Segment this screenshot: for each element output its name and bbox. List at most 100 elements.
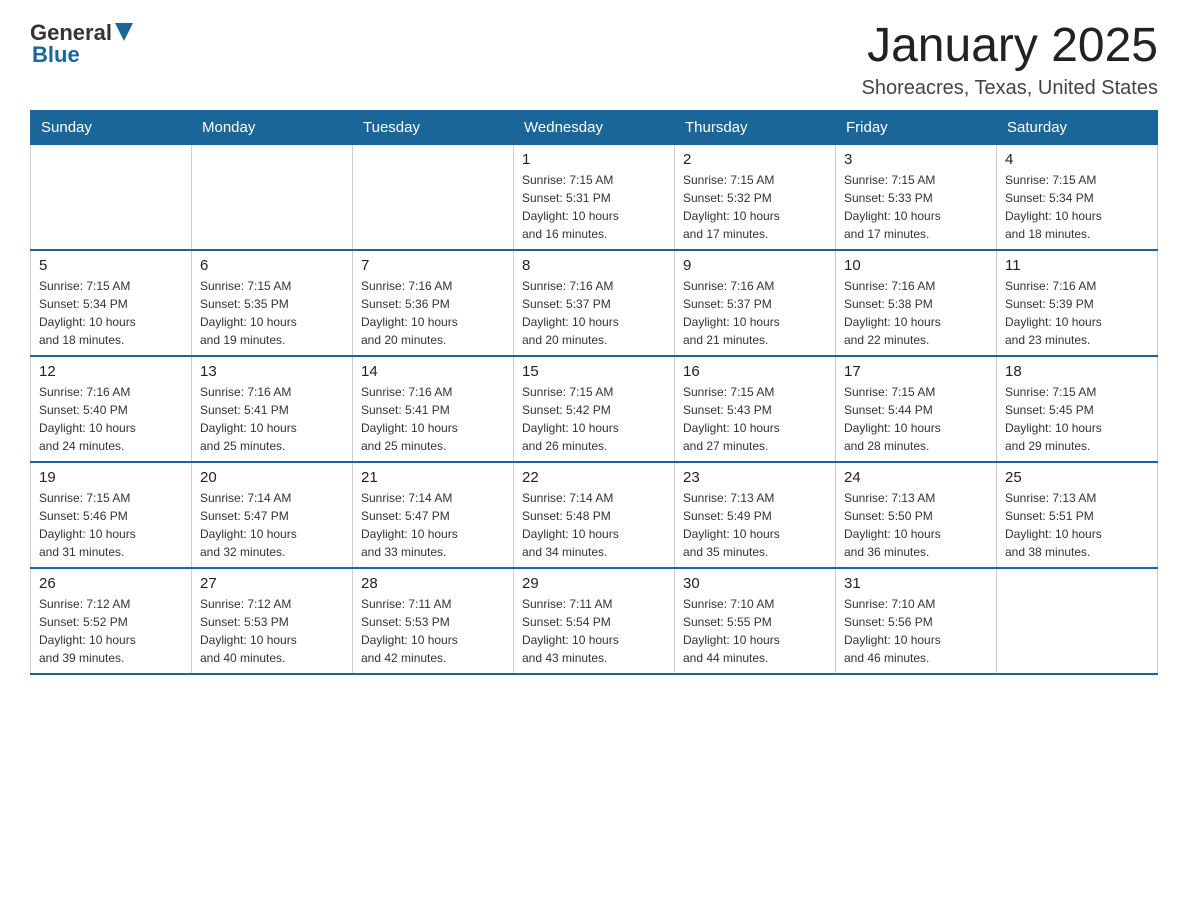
day-number: 10 xyxy=(844,257,988,274)
calendar-cell: 17 Sunrise: 7:15 AMSunset: 5:44 PMDayligh… xyxy=(836,356,997,462)
day-info: Sunrise: 7:15 AMSunset: 5:32 PMDaylight:… xyxy=(683,171,827,243)
day-number: 2 xyxy=(683,151,827,168)
calendar-cell: 9 Sunrise: 7:16 AMSunset: 5:37 PMDaylight… xyxy=(675,250,836,356)
calendar-cell: 10 Sunrise: 7:16 AMSunset: 5:38 PMDayligh… xyxy=(836,250,997,356)
day-number: 17 xyxy=(844,363,988,380)
day-header-friday: Friday xyxy=(836,110,997,144)
day-info: Sunrise: 7:16 AMSunset: 5:39 PMDaylight:… xyxy=(1005,277,1149,349)
day-number: 1 xyxy=(522,151,666,168)
calendar-cell: 7 Sunrise: 7:16 AMSunset: 5:36 PMDaylight… xyxy=(353,250,514,356)
calendar-cell: 19Sunrise: 7:15 AMSunset: 5:46 PMDayligh… xyxy=(31,462,192,568)
calendar-week-4: 19Sunrise: 7:15 AMSunset: 5:46 PMDayligh… xyxy=(31,462,1158,568)
day-number: 4 xyxy=(1005,151,1149,168)
day-info: Sunrise: 7:15 AMSunset: 5:34 PMDaylight:… xyxy=(39,277,183,349)
day-number: 5 xyxy=(39,257,183,274)
day-number: 21 xyxy=(361,469,505,486)
calendar-cell: 20 Sunrise: 7:14 AMSunset: 5:47 PMDayligh… xyxy=(192,462,353,568)
day-info: Sunrise: 7:14 AMSunset: 5:47 PMDaylight:… xyxy=(200,489,344,561)
day-info: Sunrise: 7:15 AMSunset: 5:31 PMDaylight:… xyxy=(522,171,666,243)
calendar-week-5: 26 Sunrise: 7:12 AMSunset: 5:52 PMDayligh… xyxy=(31,568,1158,674)
day-info: Sunrise: 7:11 AMSunset: 5:53 PMDaylight:… xyxy=(361,595,505,667)
day-info: Sunrise: 7:12 AMSunset: 5:53 PMDaylight:… xyxy=(200,595,344,667)
day-header-saturday: Saturday xyxy=(997,110,1158,144)
calendar-week-1: 1 Sunrise: 7:15 AMSunset: 5:31 PMDaylight… xyxy=(31,144,1158,250)
calendar-cell: 27 Sunrise: 7:12 AMSunset: 5:53 PMDayligh… xyxy=(192,568,353,674)
calendar-cell: 21 Sunrise: 7:14 AMSunset: 5:47 PMDayligh… xyxy=(353,462,514,568)
day-header-tuesday: Tuesday xyxy=(353,110,514,144)
day-headers-row: SundayMondayTuesdayWednesdayThursdayFrid… xyxy=(31,110,1158,144)
calendar-cell: 3 Sunrise: 7:15 AMSunset: 5:33 PMDaylight… xyxy=(836,144,997,250)
day-number: 9 xyxy=(683,257,827,274)
calendar-cell: 29Sunrise: 7:11 AMSunset: 5:54 PMDayligh… xyxy=(514,568,675,674)
calendar-cell: 1 Sunrise: 7:15 AMSunset: 5:31 PMDaylight… xyxy=(514,144,675,250)
calendar-cell xyxy=(997,568,1158,674)
day-info: Sunrise: 7:13 AMSunset: 5:49 PMDaylight:… xyxy=(683,489,827,561)
day-number: 27 xyxy=(200,575,344,592)
day-header-monday: Monday xyxy=(192,110,353,144)
day-number: 16 xyxy=(683,363,827,380)
day-number: 29 xyxy=(522,575,666,592)
calendar-cell: 14Sunrise: 7:16 AMSunset: 5:41 PMDayligh… xyxy=(353,356,514,462)
day-info: Sunrise: 7:10 AMSunset: 5:56 PMDaylight:… xyxy=(844,595,988,667)
day-number: 23 xyxy=(683,469,827,486)
day-info: Sunrise: 7:15 AMSunset: 5:42 PMDaylight:… xyxy=(522,383,666,455)
calendar-cell: 2 Sunrise: 7:15 AMSunset: 5:32 PMDaylight… xyxy=(675,144,836,250)
day-header-sunday: Sunday xyxy=(31,110,192,144)
day-number: 6 xyxy=(200,257,344,274)
calendar-cell: 8Sunrise: 7:16 AMSunset: 5:37 PMDaylight… xyxy=(514,250,675,356)
day-number: 7 xyxy=(361,257,505,274)
day-info: Sunrise: 7:16 AMSunset: 5:38 PMDaylight:… xyxy=(844,277,988,349)
day-number: 28 xyxy=(361,575,505,592)
calendar-cell xyxy=(192,144,353,250)
calendar-cell xyxy=(353,144,514,250)
day-number: 20 xyxy=(200,469,344,486)
day-info: Sunrise: 7:14 AMSunset: 5:47 PMDaylight:… xyxy=(361,489,505,561)
logo: General Blue xyxy=(30,20,133,68)
calendar-body: 1 Sunrise: 7:15 AMSunset: 5:31 PMDaylight… xyxy=(31,144,1158,674)
calendar-week-2: 5 Sunrise: 7:15 AMSunset: 5:34 PMDaylight… xyxy=(31,250,1158,356)
calendar-table: SundayMondayTuesdayWednesdayThursdayFrid… xyxy=(30,110,1158,675)
day-info: Sunrise: 7:16 AMSunset: 5:41 PMDaylight:… xyxy=(200,383,344,455)
day-header-thursday: Thursday xyxy=(675,110,836,144)
day-info: Sunrise: 7:15 AMSunset: 5:45 PMDaylight:… xyxy=(1005,383,1149,455)
day-number: 18 xyxy=(1005,363,1149,380)
day-number: 22 xyxy=(522,469,666,486)
title-section: January 2025 Shoreacres, Texas, United S… xyxy=(862,20,1158,100)
day-info: Sunrise: 7:12 AMSunset: 5:52 PMDaylight:… xyxy=(39,595,183,667)
day-number: 31 xyxy=(844,575,988,592)
calendar-cell: 18 Sunrise: 7:15 AMSunset: 5:45 PMDayligh… xyxy=(997,356,1158,462)
calendar-week-3: 12Sunrise: 7:16 AMSunset: 5:40 PMDayligh… xyxy=(31,356,1158,462)
day-info: Sunrise: 7:16 AMSunset: 5:37 PMDaylight:… xyxy=(683,277,827,349)
calendar-cell: 15Sunrise: 7:15 AMSunset: 5:42 PMDayligh… xyxy=(514,356,675,462)
day-info: Sunrise: 7:15 AMSunset: 5:33 PMDaylight:… xyxy=(844,171,988,243)
day-header-wednesday: Wednesday xyxy=(514,110,675,144)
day-info: Sunrise: 7:14 AMSunset: 5:48 PMDaylight:… xyxy=(522,489,666,561)
day-info: Sunrise: 7:15 AMSunset: 5:46 PMDaylight:… xyxy=(39,489,183,561)
page-subtitle: Shoreacres, Texas, United States xyxy=(862,77,1158,100)
day-number: 26 xyxy=(39,575,183,592)
day-info: Sunrise: 7:15 AMSunset: 5:34 PMDaylight:… xyxy=(1005,171,1149,243)
day-info: Sunrise: 7:16 AMSunset: 5:36 PMDaylight:… xyxy=(361,277,505,349)
calendar-cell: 6 Sunrise: 7:15 AMSunset: 5:35 PMDaylight… xyxy=(192,250,353,356)
calendar-cell: 23 Sunrise: 7:13 AMSunset: 5:49 PMDayligh… xyxy=(675,462,836,568)
day-info: Sunrise: 7:15 AMSunset: 5:35 PMDaylight:… xyxy=(200,277,344,349)
day-info: Sunrise: 7:15 AMSunset: 5:44 PMDaylight:… xyxy=(844,383,988,455)
calendar-header: SundayMondayTuesdayWednesdayThursdayFrid… xyxy=(31,110,1158,144)
logo-blue: Blue xyxy=(32,42,80,68)
calendar-cell: 12Sunrise: 7:16 AMSunset: 5:40 PMDayligh… xyxy=(31,356,192,462)
calendar-cell: 5 Sunrise: 7:15 AMSunset: 5:34 PMDaylight… xyxy=(31,250,192,356)
day-number: 3 xyxy=(844,151,988,168)
calendar-cell: 28 Sunrise: 7:11 AMSunset: 5:53 PMDayligh… xyxy=(353,568,514,674)
calendar-cell: 13Sunrise: 7:16 AMSunset: 5:41 PMDayligh… xyxy=(192,356,353,462)
calendar-cell xyxy=(31,144,192,250)
calendar-cell: 16 Sunrise: 7:15 AMSunset: 5:43 PMDayligh… xyxy=(675,356,836,462)
page-header: General Blue January 2025 Shoreacres, Te… xyxy=(30,20,1158,100)
day-number: 8 xyxy=(522,257,666,274)
calendar-cell: 4 Sunrise: 7:15 AMSunset: 5:34 PMDaylight… xyxy=(997,144,1158,250)
day-info: Sunrise: 7:15 AMSunset: 5:43 PMDaylight:… xyxy=(683,383,827,455)
day-number: 24 xyxy=(844,469,988,486)
calendar-cell: 26 Sunrise: 7:12 AMSunset: 5:52 PMDayligh… xyxy=(31,568,192,674)
logo-triangle-icon xyxy=(115,23,133,41)
day-info: Sunrise: 7:16 AMSunset: 5:40 PMDaylight:… xyxy=(39,383,183,455)
calendar-cell: 22 Sunrise: 7:14 AMSunset: 5:48 PMDayligh… xyxy=(514,462,675,568)
